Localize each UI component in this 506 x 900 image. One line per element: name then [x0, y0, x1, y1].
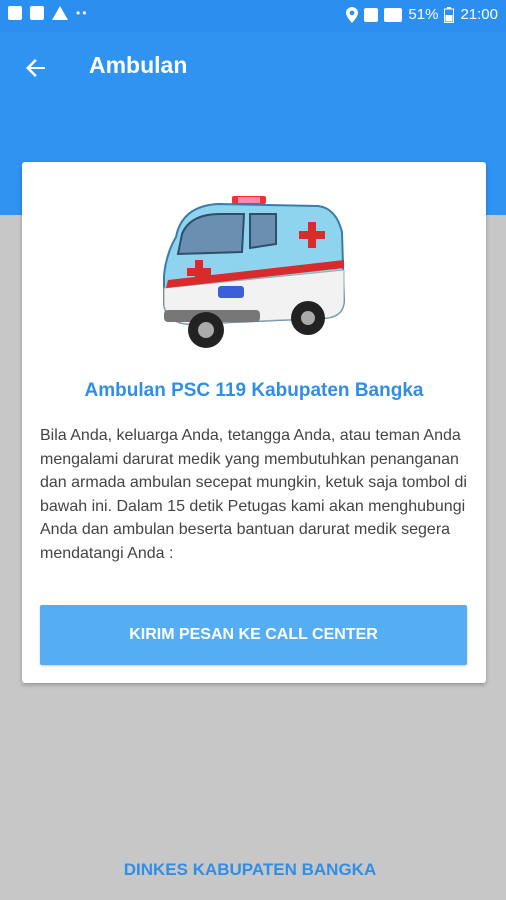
- ambulance-illustration: [163, 196, 346, 348]
- location-icon: [346, 6, 359, 23]
- status-bar-right: 51% 21:00: [346, 6, 498, 23]
- send-message-to-call-center-button[interactable]: KIRIM PESAN KE CALL CENTER: [40, 605, 467, 665]
- ambulance-card: Ambulan PSC 119 Kabupaten Bangka Bila An…: [22, 162, 486, 683]
- page-title: Ambulan: [89, 52, 188, 78]
- battery-icon: [444, 6, 455, 23]
- clock: 21:00: [460, 6, 498, 23]
- notification-icon: [30, 6, 44, 20]
- card-description: Bila Anda, keluarga Anda, tetangga Anda,…: [40, 427, 467, 562]
- signal-icon: [384, 7, 403, 22]
- sim-icon: [364, 7, 379, 22]
- dinkes-kabupaten-bangka-link[interactable]: DINKES KABUPATEN BANGKA: [0, 860, 500, 880]
- image-icon: [8, 6, 22, 20]
- back-arrow-icon[interactable]: [18, 50, 54, 86]
- card-title: Ambulan PSC 119 Kabupaten Bangka: [84, 380, 424, 401]
- battery-percentage: 51%: [408, 6, 439, 23]
- status-bar-left: ••: [8, 6, 88, 20]
- warning-icon: [52, 6, 68, 20]
- more-notifications-icon: ••: [76, 6, 89, 20]
- status-bar: •• 51% 21:00: [0, 0, 506, 32]
